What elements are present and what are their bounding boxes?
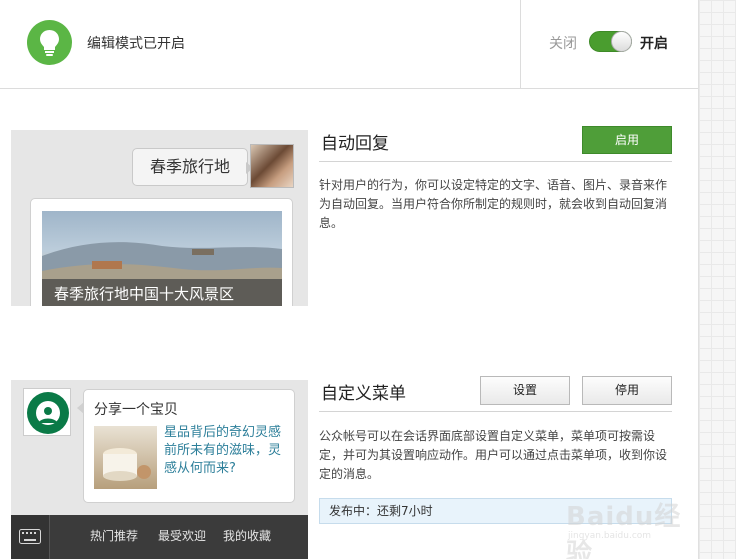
starbucks-logo (23, 388, 71, 436)
header-divider (520, 0, 521, 89)
auto-reply-title: 自动回复 (321, 134, 389, 154)
auto-reply-preview: 春季旅行地 春季旅行地中国十大风景区 (11, 130, 308, 306)
enable-button[interactable]: 启用 (582, 126, 672, 154)
news-card-image: 春季旅行地中国十大风景区 (42, 211, 282, 306)
edit-mode-title: 编辑模式已开启 (87, 36, 185, 52)
custom-menu-preview: 分享一个宝贝 星品背后的奇幻灵感前所未有的滋味，灵感从何而来? 热门推荐 最受欢… (11, 380, 308, 559)
toggle-off-label: 关闭 (549, 36, 577, 52)
lightbulb-icon (27, 20, 72, 65)
watermark-text: Baidu经验 (566, 502, 682, 559)
message-card-text: 星品背后的奇幻灵感前所未有的滋味，灵感从何而来? (164, 425, 282, 476)
menu-item-favorites[interactable]: 我的收藏 (223, 515, 271, 559)
coffee-image (94, 426, 157, 489)
news-card: 春季旅行地中国十大风景区 (30, 198, 293, 306)
settings-button[interactable]: 设置 (480, 376, 570, 405)
edit-mode-header: 编辑模式已开启 关闭 开启 (0, 0, 698, 89)
avatar (250, 144, 294, 188)
custom-menu-title: 自定义菜单 (321, 384, 406, 404)
disable-button[interactable]: 停用 (582, 376, 672, 405)
watermark-subtext: jingyan.baidu.com (568, 531, 652, 541)
auto-reply-rule (319, 161, 672, 162)
menu-item-popular[interactable]: 最受欢迎 (158, 515, 206, 559)
news-card-caption: 春季旅行地中国十大风景区 (42, 279, 282, 306)
toggle-on-label: 开启 (640, 36, 668, 52)
custom-menu-bar: 热门推荐 最受欢迎 我的收藏 (11, 515, 308, 559)
custom-menu-description: 公众帐号可以在会话界面底部设置自定义菜单，菜单项可按需设定，并可为其设置响应动作… (319, 429, 668, 481)
toggle-knob[interactable] (611, 31, 632, 52)
menu-item-hot[interactable]: 热门推荐 (90, 515, 138, 559)
edit-mode-toggle[interactable] (589, 31, 632, 52)
auto-reply-description: 针对用户的行为，你可以设定特定的文字、语音、图片、录音来作为自动回复。当用户符合… (319, 178, 668, 230)
page-side-grid (698, 0, 736, 559)
keyboard-icon[interactable] (11, 515, 50, 559)
message-card: 分享一个宝贝 星品背后的奇幻灵感前所未有的滋味，灵感从何而来? (83, 389, 295, 503)
custom-menu-rule (319, 411, 672, 412)
baidu-watermark: Baidu经验 jingyan.baidu.com (566, 484, 696, 559)
chat-bubble: 春季旅行地 (132, 148, 248, 186)
message-card-title: 分享一个宝贝 (94, 402, 178, 418)
